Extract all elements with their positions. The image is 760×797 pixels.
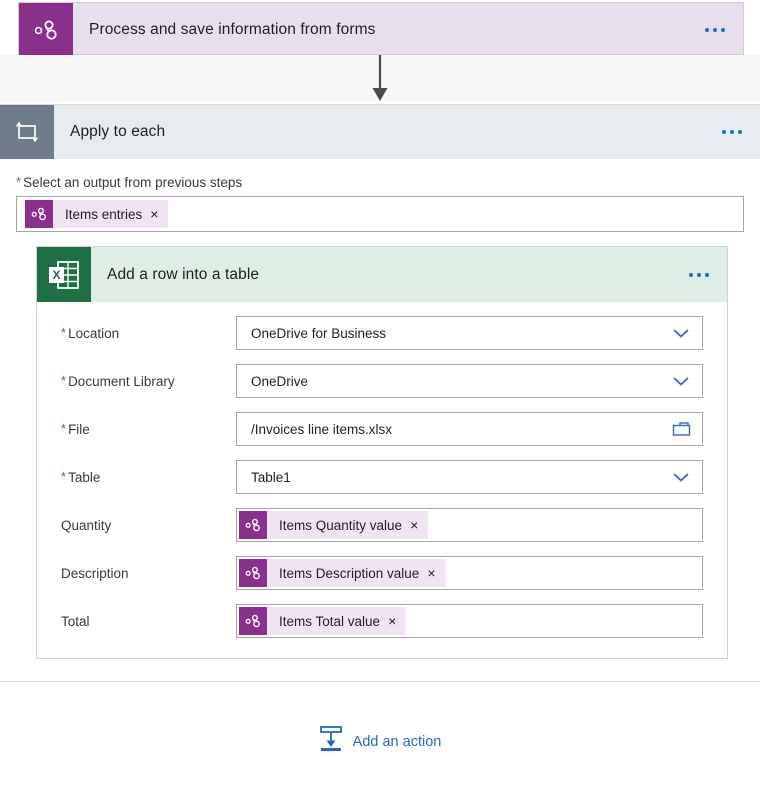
add-row-menu-button[interactable] xyxy=(671,247,727,302)
table-dropdown[interactable]: Table1 xyxy=(236,460,703,494)
description-input[interactable]: Items Description value × xyxy=(236,556,703,590)
menu-dot xyxy=(705,272,709,277)
menu-dot xyxy=(705,28,709,32)
add-an-action-label: Add an action xyxy=(352,733,442,750)
repeat-loop-icon xyxy=(0,105,54,159)
chevron-down-icon[interactable] xyxy=(664,471,698,483)
document-library-value: OneDrive xyxy=(251,373,309,389)
dynamic-content-icon xyxy=(239,511,267,539)
label-total: Total xyxy=(61,613,236,629)
required-asterisk: * xyxy=(61,469,67,484)
token-label: Items Quantity value xyxy=(279,517,403,533)
dynamic-token-items-total-value[interactable]: Items Total value × xyxy=(239,607,407,635)
label-location: * Location xyxy=(61,325,236,341)
dynamic-token-items-quantity-value[interactable]: Items Quantity value × xyxy=(239,511,429,539)
menu-dot xyxy=(721,28,725,32)
menu-dot xyxy=(689,272,693,277)
file-input[interactable]: /Invoices line items.xlsx xyxy=(236,412,703,446)
chevron-down-icon[interactable] xyxy=(664,375,698,387)
menu-dot xyxy=(738,130,742,134)
label-document-library: * Document Library xyxy=(61,373,236,389)
dynamic-content-icon xyxy=(239,559,267,587)
dynamic-token-items-entries[interactable]: Items entries × xyxy=(25,200,169,228)
token-label: Items entries xyxy=(65,206,143,222)
apply-to-each-card[interactable]: Apply to each * Select an output from pr… xyxy=(0,104,760,682)
label-description-text: Description xyxy=(61,566,129,581)
form-row-description: Description Items Description value × xyxy=(61,556,703,590)
total-input[interactable]: Items Total value × xyxy=(236,604,703,638)
form-row-total: Total Items Total value × xyxy=(61,604,703,638)
insert-action-icon xyxy=(319,726,343,757)
token-remove-icon[interactable]: × xyxy=(427,566,445,580)
required-asterisk: * xyxy=(61,421,67,436)
output-field-label-text: Select an output from previous steps xyxy=(23,175,243,190)
label-quantity: Quantity xyxy=(61,517,236,533)
menu-dot xyxy=(730,130,734,134)
token-remove-icon[interactable]: × xyxy=(150,207,168,221)
form-row-table: * Table Table1 xyxy=(61,460,703,494)
label-file-text: File xyxy=(68,422,90,437)
label-description: Description xyxy=(61,565,236,581)
menu-dot xyxy=(722,130,726,134)
label-document-library-text: Document Library xyxy=(68,374,175,389)
add-row-title: Add a row into a table xyxy=(107,265,260,283)
dynamic-content-icon xyxy=(25,200,53,228)
token-remove-icon[interactable]: × xyxy=(388,614,406,628)
flow-connector xyxy=(0,55,760,101)
down-arrow-icon xyxy=(372,55,388,101)
apply-to-each-header[interactable]: Apply to each xyxy=(0,105,760,159)
add-row-form: * Location OneDrive for Business * Docum… xyxy=(37,302,727,658)
required-asterisk: * xyxy=(61,373,67,388)
apply-to-each-body: * Select an output from previous steps I… xyxy=(0,159,760,681)
label-quantity-text: Quantity xyxy=(61,518,112,533)
trigger-title: Process and save information from forms xyxy=(89,21,376,38)
label-table: * Table xyxy=(61,469,236,485)
dynamic-content-icon xyxy=(19,3,73,57)
token-label: Items Total value xyxy=(279,613,381,629)
dynamic-content-icon xyxy=(239,607,267,635)
svg-text:X: X xyxy=(52,268,60,282)
file-value: /Invoices line items.xlsx xyxy=(251,421,393,437)
location-value: OneDrive for Business xyxy=(251,325,387,341)
output-select-input[interactable]: Items entries × xyxy=(16,196,744,232)
dynamic-token-items-description-value[interactable]: Items Description value × xyxy=(239,559,446,587)
trigger-card[interactable]: Process and save information from forms xyxy=(18,2,744,57)
document-library-dropdown[interactable]: OneDrive xyxy=(236,364,703,398)
label-file: * File xyxy=(61,421,236,437)
add-row-into-table-card[interactable]: X Add a row into a table * Location OneD… xyxy=(36,246,728,659)
form-row-location: * Location OneDrive for Business xyxy=(61,316,703,350)
label-table-text: Table xyxy=(68,470,101,485)
add-row-header[interactable]: X Add a row into a table xyxy=(37,247,727,302)
apply-to-each-title: Apply to each xyxy=(70,123,166,140)
folder-icon[interactable] xyxy=(664,421,698,437)
excel-icon: X xyxy=(37,247,91,302)
location-dropdown[interactable]: OneDrive for Business xyxy=(236,316,703,350)
required-asterisk: * xyxy=(61,325,67,340)
apply-to-each-menu-button[interactable] xyxy=(704,105,760,159)
token-remove-icon[interactable]: × xyxy=(410,518,428,532)
trigger-menu-button[interactable] xyxy=(687,3,743,57)
label-total-text: Total xyxy=(61,614,90,629)
menu-dot xyxy=(697,272,701,277)
form-row-quantity: Quantity Items Quantity value × xyxy=(61,508,703,542)
form-row-document-library: * Document Library OneDrive xyxy=(61,364,703,398)
output-field-label: * Select an output from previous steps xyxy=(16,175,744,190)
trigger-card-header[interactable]: Process and save information from forms xyxy=(19,3,743,57)
quantity-input[interactable]: Items Quantity value × xyxy=(236,508,703,542)
add-an-action-button[interactable]: Add an action xyxy=(0,726,760,757)
table-value: Table1 xyxy=(251,469,291,485)
token-label: Items Description value xyxy=(279,565,420,581)
chevron-down-icon[interactable] xyxy=(664,327,698,339)
label-location-text: Location xyxy=(68,326,120,341)
required-asterisk: * xyxy=(16,174,22,189)
form-row-file: * File /Invoices line items.xlsx xyxy=(61,412,703,446)
menu-dot xyxy=(713,28,717,32)
